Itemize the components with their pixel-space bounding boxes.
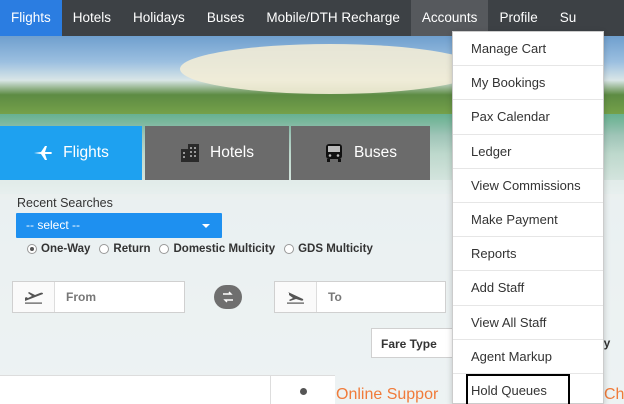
- swap-icon: [223, 291, 233, 303]
- menu-item-hold-queues[interactable]: Hold Queues: [466, 373, 570, 404]
- radio-dot: [99, 244, 110, 254]
- nav-holidays[interactable]: Holidays: [122, 0, 196, 36]
- from-field[interactable]: From: [12, 281, 185, 313]
- menu-item-agent-markup[interactable]: Agent Markup: [453, 340, 603, 374]
- user-icon: [300, 388, 307, 395]
- online-support-text: Online Suppor: [336, 386, 439, 403]
- plane-icon: [34, 146, 53, 160]
- from-placeholder: From: [66, 290, 96, 304]
- radio-label: One-Way: [41, 243, 91, 255]
- radio-one-way[interactable]: One-Way: [27, 243, 90, 255]
- radio-dot: [27, 244, 37, 254]
- radio-return[interactable]: Return: [99, 243, 150, 255]
- menu-item-my-bookings[interactable]: My Bookings: [453, 66, 603, 101]
- radio-gds-multicity[interactable]: GDS Multicity: [284, 243, 373, 255]
- trip-type-group: One-Way Return Domestic Multicity GDS Mu…: [27, 243, 382, 255]
- radio-dot: [159, 244, 170, 254]
- radio-label: Return: [113, 243, 151, 255]
- building-icon: [181, 144, 200, 162]
- menu-item-view-all-staff[interactable]: View All Staff: [453, 306, 603, 340]
- swap-button[interactable]: [214, 285, 242, 309]
- caret-down-icon: [202, 224, 210, 228]
- menu-item-manage-cart[interactable]: Manage Cart: [453, 32, 603, 67]
- bottom-input-bar: [0, 375, 335, 404]
- menu-item-pax-calendar[interactable]: Pax Calendar: [453, 100, 603, 135]
- radio-label: Domestic Multicity: [173, 243, 276, 255]
- radio-dot: [284, 244, 295, 254]
- radio-label: GDS Multicity: [298, 243, 373, 255]
- hero-dune: [180, 44, 480, 94]
- nav-flights[interactable]: Flights: [0, 0, 62, 36]
- to-placeholder: To: [328, 290, 342, 304]
- recent-searches-value: -- select --: [26, 218, 80, 232]
- landing-icon: [275, 282, 317, 312]
- tab-buses-label: Buses: [353, 144, 398, 161]
- menu-item-make-payment[interactable]: Make Payment: [453, 203, 603, 238]
- menu-item-reports[interactable]: Reports: [453, 237, 603, 272]
- takeoff-icon: [13, 282, 55, 312]
- menu-item-ledger[interactable]: Ledger: [453, 135, 603, 169]
- nav-buses[interactable]: Buses: [196, 0, 256, 36]
- tab-hotels-label: Hotels: [210, 144, 254, 161]
- chat-text-clipped: Ch: [604, 386, 624, 403]
- tab-flights[interactable]: Flights: [0, 126, 142, 180]
- menu-item-view-commissions[interactable]: View Commissions: [453, 169, 603, 203]
- tab-buses[interactable]: Buses: [291, 126, 430, 180]
- recent-searches-label: Recent Searches: [17, 196, 113, 210]
- recent-searches-select[interactable]: -- select --: [16, 213, 222, 238]
- tab-hotels[interactable]: Hotels: [145, 126, 289, 180]
- nav-hotels[interactable]: Hotels: [62, 0, 122, 36]
- fare-type-select[interactable]: Fare Type: [371, 328, 453, 358]
- tab-flights-label: Flights: [63, 144, 109, 161]
- divider: [270, 376, 271, 404]
- bus-icon: [325, 144, 342, 162]
- to-field[interactable]: To: [274, 281, 446, 313]
- accounts-dropdown-menu: Manage Cart My Bookings Pax Calendar Led…: [452, 31, 604, 404]
- nav-mobile-dth-recharge[interactable]: Mobile/DTH Recharge: [255, 0, 411, 36]
- radio-domestic-multicity[interactable]: Domestic Multicity: [159, 243, 275, 255]
- menu-item-add-staff[interactable]: Add Staff: [453, 271, 603, 306]
